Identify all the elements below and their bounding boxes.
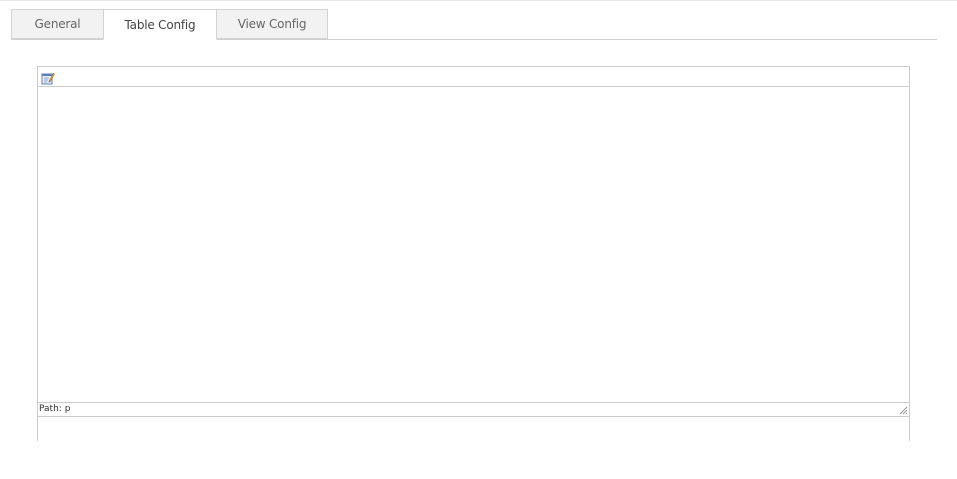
tab-bar: General Table Config View Config [11,9,937,40]
editor-content-area[interactable] [38,87,909,402]
tab-table-config[interactable]: Table Config [103,9,217,40]
top-divider [0,0,957,1]
page: General Table Config View Config Path: p [0,0,957,479]
tab-general[interactable]: General [11,9,104,39]
edit-source-icon [41,72,55,85]
path-element-p[interactable]: p [65,404,71,414]
tab-table-config-label: Table Config [124,17,196,32]
editor-statusbar: Path: p [38,402,909,417]
edit-source-button[interactable] [41,70,55,85]
resize-handle-icon[interactable] [898,405,908,415]
tab-view-config[interactable]: View Config [216,9,328,39]
path-label: Path: [39,404,62,414]
editor-toolbar [38,67,909,87]
rich-text-editor: Path: p [37,66,910,442]
tab-general-label: General [34,17,81,31]
tab-view-config-label: View Config [237,17,307,31]
editor-lower-area [38,417,909,442]
